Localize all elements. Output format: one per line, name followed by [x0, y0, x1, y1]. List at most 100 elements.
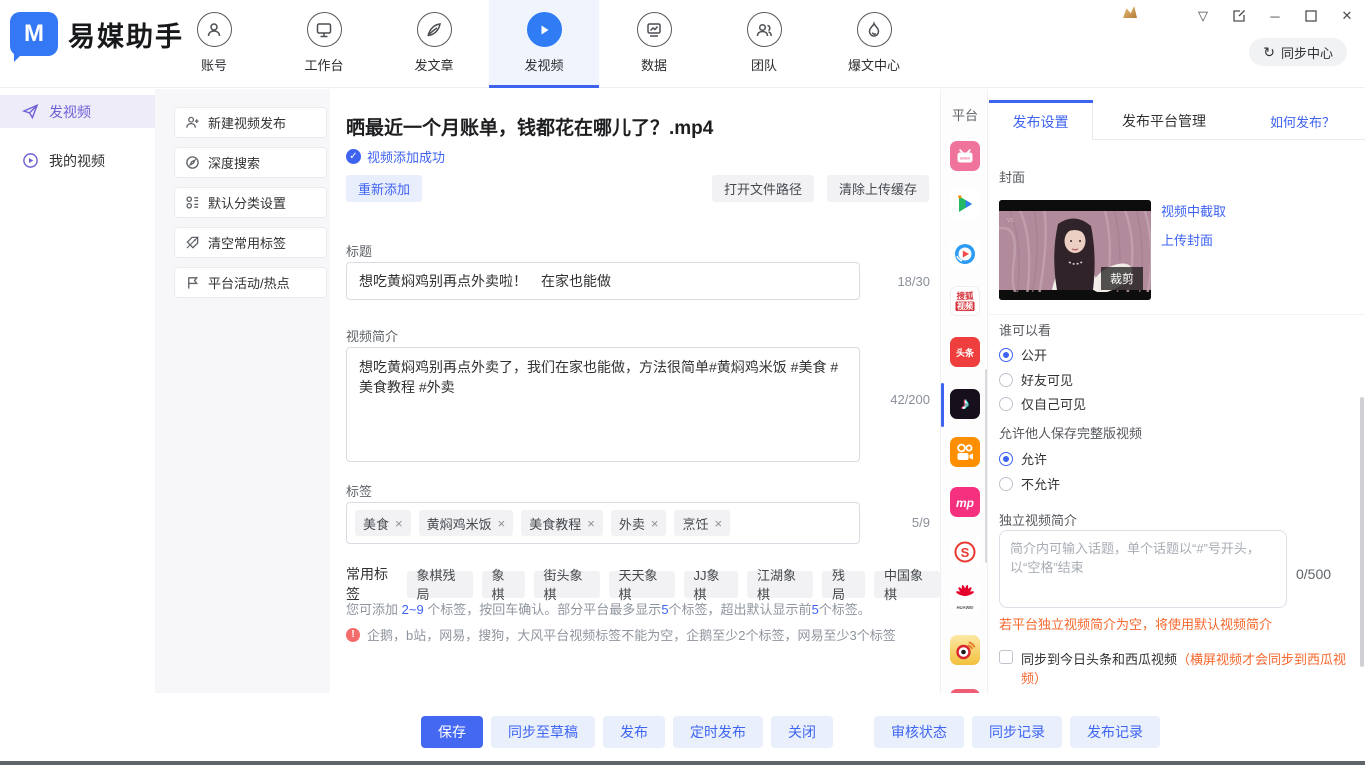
sync-toutiao-row[interactable]: 同步到今日头条和西瓜视频（横屏视频才会同步到西瓜视频）: [999, 649, 1365, 687]
sidebar-item-my-videos[interactable]: 我的视频: [0, 144, 155, 177]
nav-account[interactable]: 账号: [159, 0, 269, 88]
radio-icon: [999, 477, 1013, 491]
default-category-button[interactable]: 默认分类设置: [174, 187, 327, 218]
sohu-video-icon[interactable]: 搜狐视频: [950, 286, 980, 316]
maximize-button[interactable]: [1303, 8, 1319, 24]
feedback-icon[interactable]: [1231, 8, 1247, 24]
independent-desc-textarea[interactable]: [999, 530, 1287, 608]
sync-log-button[interactable]: 同步记录: [972, 716, 1062, 748]
kuaishou-icon[interactable]: [950, 437, 980, 467]
common-tag[interactable]: 象棋: [482, 571, 525, 598]
checkbox-icon[interactable]: [999, 650, 1013, 664]
sidebar-item-publish-video[interactable]: 发视频: [0, 95, 155, 128]
left-sidebar: 发视频 我的视频: [0, 89, 155, 765]
nav-hot-center[interactable]: 爆文中心: [819, 0, 929, 88]
sync-draft-button[interactable]: 同步至草稿: [491, 716, 595, 748]
readd-video-button[interactable]: 重新添加: [346, 175, 422, 202]
minimize-button[interactable]: ─: [1267, 8, 1283, 24]
remove-tag-icon[interactable]: ×: [714, 516, 722, 531]
common-tag[interactable]: 街头象棋: [534, 571, 600, 598]
feather-pen-icon: [417, 12, 452, 47]
nav-team[interactable]: 团队: [709, 0, 819, 88]
nav-write-article[interactable]: 发文章: [379, 0, 489, 88]
title-input[interactable]: [346, 262, 860, 300]
promo-icon[interactable]: [1123, 6, 1137, 18]
deep-search-button[interactable]: 深度搜索: [174, 147, 327, 178]
bilibili-icon[interactable]: bilibili: [950, 141, 980, 171]
collapse-tray-icon[interactable]: ▽: [1195, 8, 1211, 24]
capture-from-video-link[interactable]: 视频中截取: [1161, 201, 1226, 220]
publish-button[interactable]: 发布: [603, 716, 665, 748]
hint-text: 个标签。: [819, 602, 871, 617]
nav-workbench[interactable]: 工作台: [269, 0, 379, 88]
common-tag[interactable]: 天天象棋: [609, 571, 675, 598]
close-form-button[interactable]: 关闭: [771, 716, 833, 748]
toutiao-icon[interactable]: 头条: [950, 337, 980, 367]
cover-thumbnail[interactable]: VS 裁剪: [999, 200, 1151, 300]
allow-save-option-deny[interactable]: 不允许: [999, 474, 1060, 493]
sidebar-item-label: 我的视频: [49, 151, 105, 171]
flag-icon: [185, 275, 200, 290]
open-file-path-button[interactable]: 打开文件路径: [712, 175, 814, 202]
how-to-publish-link[interactable]: 如何发布？: [1270, 112, 1335, 131]
sogou-icon[interactable]: S: [950, 537, 980, 567]
platform-activity-button[interactable]: 平台活动/热点: [174, 267, 327, 298]
weibo-icon[interactable]: [950, 635, 980, 665]
crop-cover-button[interactable]: 裁剪: [1101, 267, 1143, 290]
video-form: 晒最近一个月账单，钱都花在哪儿了？.mp4 ✓ 视频添加成功 重新添加 打开文件…: [330, 89, 940, 693]
publish-log-button[interactable]: 发布记录: [1070, 716, 1160, 748]
action-button-label: 深度搜索: [208, 153, 260, 172]
visibility-option-public[interactable]: 公开: [999, 345, 1047, 364]
tab-platform-manage[interactable]: 发布平台管理: [1093, 103, 1235, 140]
nav-label: 工作台: [304, 55, 343, 74]
bottom-action-bar: 保存 同步至草稿 发布 定时发布 关闭 审核状态 同步记录 发布记录: [0, 693, 1365, 761]
flame-icon: [857, 12, 892, 47]
haokan-play-icon[interactable]: [950, 239, 980, 269]
app-window: M 易媒助手 账号 工作台: [0, 0, 1365, 765]
sync-center-button[interactable]: ↻ 同步中心: [1249, 38, 1347, 66]
tencent-video-icon[interactable]: [950, 189, 980, 219]
visibility-option-private[interactable]: 仅自己可见: [999, 394, 1086, 413]
review-status-button[interactable]: 审核状态: [874, 716, 964, 748]
common-tag[interactable]: 残局: [822, 571, 865, 598]
huawei-icon[interactable]: HUAWEI: [950, 584, 980, 614]
category-grid-icon: [185, 195, 200, 210]
common-tag[interactable]: JJ象棋: [684, 571, 739, 598]
close-button[interactable]: ✕: [1339, 8, 1355, 24]
clear-common-tags-button[interactable]: 清空常用标签: [174, 227, 327, 258]
schedule-publish-button[interactable]: 定时发布: [673, 716, 763, 748]
common-tag[interactable]: 江湖象棋: [747, 571, 813, 598]
visibility-option-friends[interactable]: 好友可见: [999, 370, 1073, 389]
remove-tag-icon[interactable]: ×: [587, 516, 595, 531]
sync-center-label: 同步中心: [1281, 43, 1333, 62]
action-button-label: 新建视频发布: [208, 113, 286, 132]
nav-label: 数据: [641, 55, 667, 74]
new-video-publish-button[interactable]: 新建视频发布: [174, 107, 327, 138]
platform-scrollbar[interactable]: [985, 369, 988, 563]
radio-icon: [999, 397, 1013, 411]
svg-text:bilibili: bilibili: [960, 156, 970, 160]
common-tag[interactable]: 象棋残局: [407, 571, 473, 598]
svg-text:HUAWEI: HUAWEI: [957, 605, 974, 610]
nav-publish-video[interactable]: 发视频: [489, 0, 599, 88]
tag-text: 黄焖鸡米饭: [427, 514, 492, 533]
remove-tag-icon[interactable]: ×: [651, 516, 659, 531]
primary-actions: 保存 同步至草稿 发布 定时发布 关闭: [421, 716, 833, 748]
tags-input[interactable]: 美食× 黄焖鸡米饭× 美食教程× 外卖× 烹饪×: [346, 502, 860, 544]
douyin-icon[interactable]: ♪: [950, 389, 980, 419]
clear-upload-cache-button[interactable]: 清除上传缓存: [827, 175, 929, 202]
desc-textarea[interactable]: 想吃黄焖鸡别再点外卖了，我们在家也能做，方法很简单#黄焖鸡米饭 #美食 #美食教…: [346, 347, 860, 462]
remove-tag-icon[interactable]: ×: [498, 516, 506, 531]
common-tag[interactable]: 中国象棋: [874, 571, 940, 598]
meipai-icon[interactable]: mp: [950, 487, 980, 517]
nav-data[interactable]: 数据: [599, 0, 709, 88]
action-panel: 新建视频发布 深度搜索 默认分类设置 清空常用标签 平台活动/热点: [155, 89, 330, 693]
tags-counter: 5/9: [870, 515, 930, 530]
save-button[interactable]: 保存: [421, 716, 483, 748]
tab-publish-settings[interactable]: 发布设置: [989, 103, 1093, 140]
remove-tag-icon[interactable]: ×: [395, 516, 403, 531]
allow-save-option-allow[interactable]: 允许: [999, 449, 1047, 468]
upload-cover-link[interactable]: 上传封面: [1161, 230, 1213, 249]
settings-scrollbar[interactable]: [1360, 397, 1364, 667]
tags-warning: ! 企鹅，b站，网易，搜狗，大风平台视频标签不能为空，企鹅至少2个标签，网易至少…: [346, 625, 896, 644]
